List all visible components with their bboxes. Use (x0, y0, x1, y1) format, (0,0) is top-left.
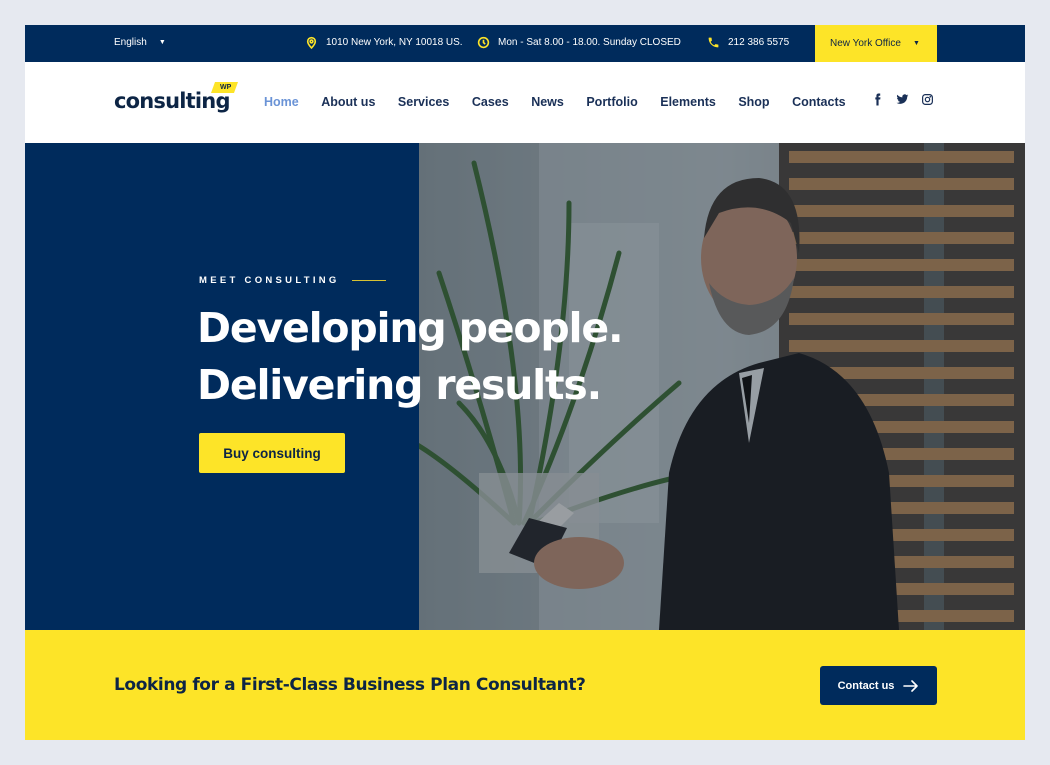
nav-item-services[interactable]: Services (398, 95, 449, 109)
nav-item-shop[interactable]: Shop (738, 95, 769, 109)
contact-us-button[interactable]: Contact us (820, 666, 937, 705)
facebook-icon[interactable] (871, 93, 884, 106)
caret-down-icon: ▼ (912, 40, 920, 47)
cta-strip: Looking for a First-Class Business Plan … (25, 630, 1025, 740)
caret-down-icon: ▼ (158, 39, 166, 46)
address-info: 1010 New York, NY 10018 US. (305, 36, 463, 49)
hero-eyebrow: MEET CONSULTING (199, 275, 386, 286)
address-text: 1010 New York, NY 10018 US. (326, 37, 463, 48)
hero-headline: Developing people. Delivering results. (197, 300, 624, 414)
office-label: New York Office (830, 38, 901, 49)
nav-item-elements[interactable]: Elements (660, 95, 716, 109)
nav-item-home[interactable]: Home (264, 95, 299, 109)
nav-item-cases[interactable]: Cases (472, 95, 509, 109)
eyebrow-divider (351, 279, 386, 282)
phone-icon (708, 37, 719, 48)
cta-heading: Looking for a First-Class Business Plan … (114, 675, 586, 695)
logo-badge: WP (210, 82, 239, 93)
language-selector[interactable]: English ▼ (114, 37, 166, 48)
nav-item-about-us[interactable]: About us (321, 95, 375, 109)
headline-line-1: Developing people. (197, 304, 624, 352)
hours-info: Mon - Sat 8.00 - 18.00. Sunday CLOSED (477, 36, 681, 49)
office-selector[interactable]: New York Office ▼ (815, 25, 937, 62)
twitter-icon[interactable] (896, 93, 909, 106)
nav-item-news[interactable]: News (531, 95, 564, 109)
contact-us-label: Contact us (837, 679, 895, 692)
instagram-icon[interactable] (921, 93, 934, 106)
main-nav: Home About us Services Cases News Portfo… (264, 95, 868, 109)
phone-info: 212 386 5575 (707, 36, 789, 49)
top-bar: English ▼ 1010 New York, NY 10018 US. Mo… (25, 25, 1025, 62)
hero-section: MEET CONSULTING Developing people. Deliv… (25, 143, 1025, 630)
language-label: English (114, 37, 147, 48)
nav-item-portfolio[interactable]: Portfolio (586, 95, 637, 109)
headline-line-2: Delivering results. (197, 361, 602, 409)
site-header: consulting WP Home About us Services Cas… (25, 62, 1025, 143)
arrow-right-icon (903, 679, 919, 692)
hours-text: Mon - Sat 8.00 - 18.00. Sunday CLOSED (498, 37, 681, 48)
social-links (871, 93, 934, 106)
page-frame: English ▼ 1010 New York, NY 10018 US. Mo… (25, 25, 1025, 740)
map-pin-icon (306, 36, 317, 49)
phone-text: 212 386 5575 (728, 37, 790, 48)
nav-item-contacts[interactable]: Contacts (792, 95, 845, 109)
clock-icon (477, 36, 490, 49)
buy-consulting-button[interactable]: Buy consulting (199, 433, 345, 473)
